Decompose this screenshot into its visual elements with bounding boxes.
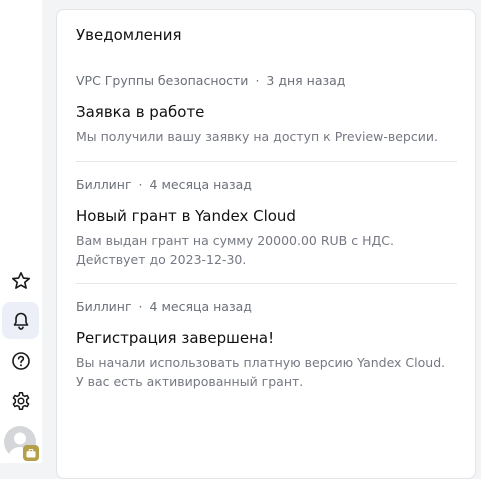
notification-source: Биллинг [76, 177, 132, 192]
star-icon [11, 271, 31, 291]
notification-source: VPC Группы безопасности [76, 73, 249, 88]
notification-title: Регистрация завершена! [76, 329, 275, 347]
divider [76, 283, 457, 284]
notification-text: Мы получили вашу заявку на доступ к Prev… [76, 129, 438, 144]
notifications-button[interactable] [2, 302, 39, 339]
notification-text: Вам выдан грант на сумму 20000.00 RUB с … [76, 233, 394, 267]
notification-item[interactable]: Биллинг · 4 месяца назад Новый грант в Yan… [76, 176, 456, 269]
sidebar [0, 0, 42, 463]
notification-title: Новый грант в Yandex Cloud [76, 207, 296, 225]
settings-button[interactable] [2, 382, 39, 419]
notification-meta: Биллинг · 4 месяца назад [76, 298, 456, 316]
notification-text: Вы начали использовать платную версию Ya… [76, 355, 446, 389]
favorites-button[interactable] [2, 262, 39, 299]
help-button[interactable] [2, 342, 39, 379]
notification-time: 4 месяца назад [149, 177, 252, 192]
meta-separator: · [138, 299, 143, 314]
notifications-panel: Уведомления VPC Группы безопасности · 3 дн… [56, 9, 476, 479]
notification-meta: VPC Группы безопасности · 3 дня назад [76, 72, 456, 90]
notification-time: 4 месяца назад [149, 299, 252, 314]
notification-title: Заявка в работе [76, 103, 205, 121]
gear-icon [11, 391, 31, 411]
divider [76, 161, 457, 162]
notification-source: Биллинг [76, 299, 132, 314]
meta-separator: · [138, 177, 143, 192]
meta-separator: · [255, 73, 260, 88]
notification-item[interactable]: Биллинг · 4 месяца назад Регистрация завер… [76, 298, 456, 391]
notification-meta: Биллинг · 4 месяца назад [76, 176, 456, 194]
panel-title: Уведомления [76, 26, 182, 44]
bell-icon [11, 311, 31, 331]
briefcase-icon [23, 445, 39, 461]
notification-item[interactable]: VPC Группы безопасности · 3 дня назад Заяв… [76, 72, 456, 146]
notification-time: 3 дня назад [266, 73, 346, 88]
help-icon [11, 351, 31, 371]
